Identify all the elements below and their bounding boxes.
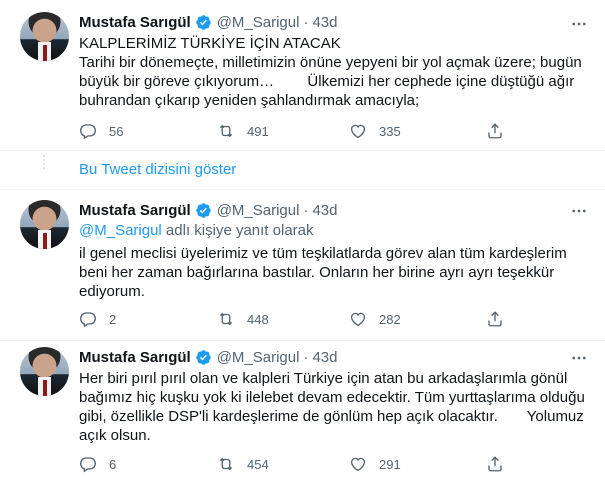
like-button[interactable]: 282	[349, 310, 401, 328]
reply-icon	[79, 312, 97, 328]
tweet-actions: 2 448 282	[79, 310, 504, 330]
tweet-text: il genel meclisi üyelerimiz ve tüm teşki…	[79, 244, 594, 301]
author-handle[interactable]: @M_Sarigul	[217, 202, 300, 219]
timestamp[interactable]: 43d	[312, 349, 337, 366]
heart-icon	[350, 124, 366, 139]
retweet-count: 448	[247, 311, 269, 327]
replying-to: @M_Sarigul adlı kişiye yanıt olarak	[79, 222, 314, 239]
reply-icon	[79, 124, 97, 140]
tweet-text-line: büyük bir göreve çıkıyorum… Ülkemizi her…	[79, 73, 575, 90]
like-count: 291	[379, 456, 401, 472]
like-count: 282	[379, 311, 401, 327]
tweet-text-line: ediyorum.	[79, 283, 145, 300]
retweet-button[interactable]: 491	[217, 122, 269, 140]
tweet-text-line: il genel meclisi üyelerimiz ve tüm teşki…	[79, 245, 567, 262]
share-icon	[488, 123, 502, 139]
share-icon	[488, 456, 502, 472]
share-button[interactable]	[486, 122, 504, 140]
tweet-2[interactable]: Mustafa Sarıgül @M_Sarigul · 43d @M_Sari…	[0, 190, 605, 340]
more-options-icon[interactable]	[569, 348, 589, 368]
author-handle[interactable]: @M_Sarigul	[217, 14, 300, 31]
tweet-text-line: gibi, özellikle DSP'li kardeşlerime de g…	[79, 408, 584, 425]
tweet-1[interactable]: Mustafa Sarıgül @M_Sarigul · 43d KALPLER…	[0, 0, 605, 150]
avatar[interactable]	[20, 12, 69, 61]
more-options-icon[interactable]	[569, 14, 589, 34]
reply-count: 56	[109, 123, 124, 139]
verified-badge-icon	[195, 202, 211, 218]
like-count: 335	[379, 123, 401, 139]
timestamp[interactable]: 43d	[312, 202, 337, 219]
avatar[interactable]	[20, 347, 69, 396]
separator-dot: ·	[303, 201, 309, 219]
share-icon	[488, 311, 502, 327]
replying-to-text: adlı kişiye yanıt olarak	[161, 222, 314, 239]
timestamp[interactable]: 43d	[312, 14, 337, 31]
tweet-text-line: açık olsun.	[79, 427, 151, 444]
retweet-count: 491	[247, 123, 269, 139]
reply-icon	[79, 457, 97, 473]
tweet-text-line: beni her zaman bağırlarına bastılar. Onl…	[79, 264, 555, 281]
separator-dot: ·	[303, 13, 309, 31]
reply-button[interactable]: 56	[79, 122, 123, 140]
retweet-icon	[219, 457, 233, 471]
tweet-header: Mustafa Sarıgül @M_Sarigul · 43d	[79, 347, 337, 367]
retweet-button[interactable]: 448	[217, 310, 269, 328]
author-name[interactable]: Mustafa Sarıgül	[79, 202, 191, 219]
reply-count: 2	[109, 311, 117, 327]
tweet-text-line: KALPLERİMİZ TÜRKİYE İÇİN ATACAK	[79, 35, 341, 52]
retweet-count: 454	[247, 456, 269, 472]
tweet-text-line: Her biri pırıl pırıl olan ve kalpleri Tü…	[79, 370, 568, 387]
verified-badge-icon	[195, 349, 211, 365]
share-button[interactable]	[486, 455, 504, 473]
like-button[interactable]: 291	[349, 455, 401, 473]
tweet-actions: 56 491 335	[79, 122, 504, 142]
author-name[interactable]: Mustafa Sarıgül	[79, 349, 191, 366]
reply-button[interactable]: 2	[79, 310, 116, 328]
tweet-header: Mustafa Sarıgül @M_Sarigul · 43d	[79, 200, 337, 220]
thread-connector-dots	[42, 153, 46, 171]
tweet-text-line: Tarihi bir dönemeçte, milletimizin önüne…	[79, 54, 582, 71]
tweet-3[interactable]: Mustafa Sarıgül @M_Sarigul · 43d Her bir…	[0, 341, 605, 484]
like-button[interactable]: 335	[349, 122, 401, 140]
more-options-icon[interactable]	[569, 201, 589, 221]
divider	[0, 150, 605, 151]
heart-icon	[350, 312, 366, 327]
tweet-header: Mustafa Sarıgül @M_Sarigul · 43d	[79, 12, 337, 32]
separator-dot: ·	[303, 348, 309, 366]
retweet-button[interactable]: 454	[217, 455, 269, 473]
share-button[interactable]	[486, 310, 504, 328]
retweet-icon	[219, 312, 233, 326]
retweet-icon	[219, 124, 233, 138]
heart-icon	[350, 457, 366, 472]
tweet-text: KALPLERİMİZ TÜRKİYE İÇİN ATACAK Tarihi b…	[79, 34, 594, 110]
replying-to-handle[interactable]: @M_Sarigul	[79, 222, 162, 239]
reply-count: 6	[109, 456, 117, 472]
author-name[interactable]: Mustafa Sarıgül	[79, 14, 191, 31]
tweet-text-line: bağımız hiç kuşku yok ki ilelebet devam …	[79, 389, 585, 406]
tweet-text: Her biri pırıl pırıl olan ve kalpleri Tü…	[79, 369, 594, 445]
verified-badge-icon	[195, 14, 211, 30]
author-handle[interactable]: @M_Sarigul	[217, 349, 300, 366]
tweet-text-line: buhrandan çıkarıp yeniden şahlandırmak a…	[79, 92, 420, 109]
avatar[interactable]	[20, 200, 69, 249]
reply-button[interactable]: 6	[79, 455, 116, 473]
tweet-actions: 6 454 291	[79, 455, 504, 475]
show-thread-link[interactable]: Bu Tweet dizisini göster	[79, 161, 236, 178]
